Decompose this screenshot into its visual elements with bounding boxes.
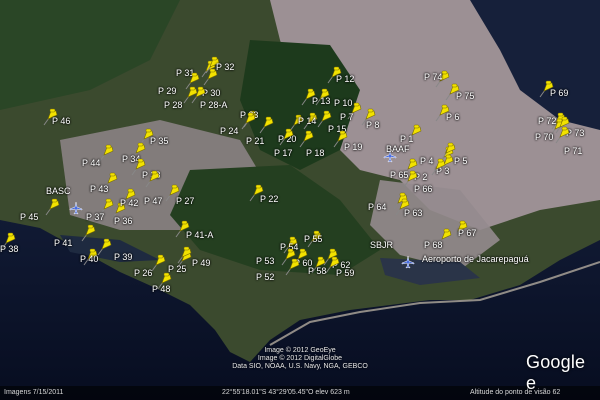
pin-label[interactable]: P 26: [134, 268, 152, 278]
pushpin-icon[interactable]: [98, 144, 114, 162]
pin-label[interactable]: P 63: [404, 208, 422, 218]
pin-label[interactable]: P 6: [446, 112, 459, 122]
status-bar: Imagens 7/15/2011 22°55'18.01"S 43°29'05…: [0, 386, 600, 400]
pin-label[interactable]: P 71: [564, 146, 582, 156]
pushpin-icon[interactable]: [298, 130, 314, 148]
pin-label[interactable]: P 12: [336, 74, 354, 84]
pushpin-icon[interactable]: [240, 112, 256, 130]
pushpin-icon[interactable]: [96, 238, 112, 256]
pin-label[interactable]: P 35: [150, 136, 168, 146]
airport-label[interactable]: BAAF: [386, 144, 410, 154]
airport-label[interactable]: SBJR: [370, 240, 393, 250]
pin-label[interactable]: P 41-A: [186, 230, 213, 240]
airport-label[interactable]: Aeroporto de Jacarepaguá: [422, 254, 529, 264]
pushpin-icon[interactable]: [430, 158, 446, 176]
pin-label[interactable]: P 39: [114, 252, 132, 262]
pin-label[interactable]: P 22: [260, 194, 278, 204]
pin-label[interactable]: P 38: [0, 244, 18, 254]
pin-label[interactable]: P 21: [246, 136, 264, 146]
pushpin-icon[interactable]: [258, 116, 274, 134]
pin-label[interactable]: P 66: [414, 184, 432, 194]
pushpin-icon[interactable]: [80, 224, 96, 242]
airport-icon[interactable]: [69, 201, 83, 215]
pin-label[interactable]: P 17: [274, 148, 292, 158]
airport-label[interactable]: BASC: [46, 186, 71, 196]
pin-label[interactable]: P 8: [366, 120, 379, 130]
pin-label[interactable]: P 64: [368, 202, 386, 212]
pin-label[interactable]: P 52: [256, 272, 274, 282]
pin-label[interactable]: P 46: [52, 116, 70, 126]
pin-label[interactable]: P 1: [400, 134, 413, 144]
pin-label[interactable]: P 69: [550, 88, 568, 98]
pushpin-icon[interactable]: [278, 128, 294, 146]
pin-label[interactable]: P 27: [176, 196, 194, 206]
pin-label[interactable]: P 36: [114, 216, 132, 226]
pin-label[interactable]: P 29: [158, 86, 176, 96]
pin-label[interactable]: P 75: [456, 91, 474, 101]
imagery-date: Imagens 7/15/2011: [4, 389, 64, 396]
pushpin-icon[interactable]: [202, 68, 218, 86]
pin-label[interactable]: P 74: [424, 72, 442, 82]
pushpin-icon[interactable]: [150, 254, 166, 272]
pin-label[interactable]: P 53: [256, 256, 274, 266]
pin-label[interactable]: P 59: [336, 268, 354, 278]
satellite-terrain: [0, 0, 600, 400]
pin-label[interactable]: P 32: [216, 62, 234, 72]
pin-label[interactable]: P 45: [20, 212, 38, 222]
pin-label[interactable]: P 37: [86, 212, 104, 222]
satellite-map[interactable]: P 74 P 75 P 6P 69 P 72 P 70 P 73 P 71 P 31 P 32 P…: [0, 0, 600, 400]
pin-label[interactable]: P 28-A: [200, 100, 227, 110]
pushpin-icon[interactable]: [44, 198, 60, 216]
cursor-coordinates: 22°55'18.01"S 43°29'05.45"O elev 623 m: [222, 389, 350, 396]
pin-label[interactable]: P 19: [344, 142, 362, 152]
pushpin-icon[interactable]: [176, 246, 192, 264]
pin-label[interactable]: P 24: [220, 126, 238, 136]
pin-label[interactable]: P 49: [192, 258, 210, 268]
pushpin-icon[interactable]: [284, 258, 300, 276]
pin-label[interactable]: P 5: [454, 156, 467, 166]
pin-label[interactable]: P 70: [535, 132, 553, 142]
pin-label[interactable]: P 44: [82, 158, 100, 168]
google-earth-logo: Google e: [526, 352, 586, 393]
pin-label[interactable]: P 7: [340, 112, 353, 122]
pin-label[interactable]: P 47: [144, 196, 162, 206]
pin-label[interactable]: P 55: [304, 234, 322, 244]
pin-label[interactable]: P 48: [152, 284, 170, 294]
pin-label[interactable]: P 18: [306, 148, 324, 158]
pushpin-icon[interactable]: [554, 126, 570, 144]
pin-label[interactable]: P 13: [312, 96, 330, 106]
airport-icon[interactable]: [401, 255, 415, 269]
pushpin-icon[interactable]: [144, 170, 160, 188]
pin-label[interactable]: P 43: [90, 184, 108, 194]
pin-label[interactable]: P 41: [54, 238, 72, 248]
pin-label[interactable]: P 67: [458, 228, 476, 238]
pin-label[interactable]: P 42: [120, 198, 138, 208]
pin-label[interactable]: P 68: [424, 240, 442, 250]
pin-label[interactable]: P 28: [164, 100, 182, 110]
imagery-credit: Data SIO, NOAA, U.S. Navy, NGA, GEBCO: [232, 363, 368, 370]
pin-label[interactable]: P 14: [298, 116, 316, 126]
